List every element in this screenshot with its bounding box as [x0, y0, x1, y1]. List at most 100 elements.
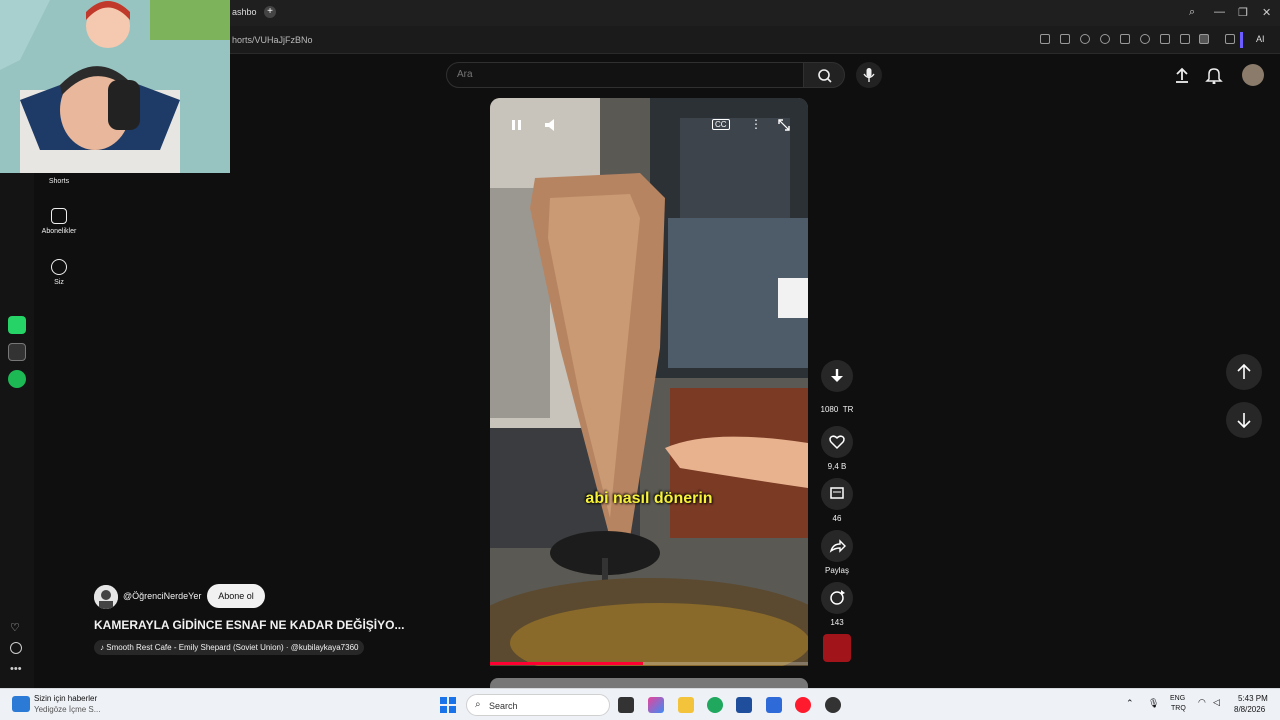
remix-button[interactable] [821, 582, 853, 614]
quality-label[interactable]: 1080 TR [810, 405, 864, 414]
windows-start-icon[interactable] [440, 697, 456, 713]
windows-taskbar: Sizin için haberler Yedigöze İçme S... ⌕… [0, 688, 1280, 720]
like-count: 9,4 B [827, 462, 847, 471]
download-icon[interactable] [1160, 34, 1170, 44]
account-icon [51, 259, 67, 275]
shield-icon[interactable] [1080, 34, 1090, 44]
sound-thumbnail[interactable] [823, 634, 851, 662]
video-frame [490, 98, 808, 666]
weather-icon[interactable] [12, 696, 30, 712]
mail-icon[interactable] [766, 697, 782, 713]
language-secondary[interactable]: TRQ [1171, 705, 1186, 712]
news-title[interactable]: Sizin için haberler [34, 694, 97, 703]
search-tabs-icon[interactable]: ⌕ [1189, 6, 1195, 19]
previous-short-button[interactable] [1226, 354, 1262, 390]
volume-icon[interactable] [544, 118, 560, 132]
language-primary[interactable]: ENG [1170, 695, 1185, 702]
edit-icon[interactable] [1040, 34, 1050, 44]
wifi-icon[interactable]: ◠ [1198, 697, 1206, 708]
progress-fill [490, 662, 643, 665]
next-short-button[interactable] [1226, 402, 1262, 438]
download-icon [831, 369, 843, 382]
chevron-up-icon[interactable]: ⌃ [1126, 698, 1134, 709]
app-icon[interactable] [825, 697, 841, 713]
search-icon: ⌕ [475, 699, 481, 710]
download-button[interactable] [821, 360, 853, 392]
menu-icon[interactable] [1180, 34, 1190, 44]
search-input[interactable] [457, 69, 787, 80]
share-button[interactable] [821, 530, 853, 562]
browser-sidebar: ♡ ••• [0, 173, 34, 688]
avatar[interactable] [1242, 64, 1264, 86]
search-box[interactable] [446, 62, 804, 88]
captions-button[interactable]: CC [712, 119, 730, 130]
task-view-icon[interactable] [618, 697, 634, 713]
ai-button[interactable]: AI [1256, 34, 1265, 44]
speaker-icon[interactable]: ◁ [1213, 697, 1220, 708]
channel-handle[interactable]: @ÖğrenciNerdeYer [123, 591, 201, 601]
next-video-preview[interactable] [490, 678, 808, 688]
minimize-button[interactable]: — [1214, 6, 1225, 18]
edge-icon[interactable] [707, 697, 723, 713]
share-icon [829, 539, 846, 553]
opera-icon[interactable] [795, 697, 811, 713]
fullscreen-icon[interactable] [778, 119, 790, 131]
taskbar-search-label: Search [489, 701, 518, 711]
webcam-overlay [0, 0, 230, 173]
store-icon[interactable] [736, 697, 752, 713]
copilot-icon[interactable] [648, 697, 664, 713]
music-label: Smooth Rest Cafe - Emily Shepard (Soviet… [106, 643, 359, 652]
url-field[interactable]: horts/VUHaJjFzBNo [232, 35, 313, 45]
browser-tab[interactable]: ashbo [232, 7, 257, 17]
video-title[interactable]: KAMERAYLA GİDİNCE ESNAF NE KADAR DEĞİŞİY… [94, 618, 414, 632]
file-explorer-icon[interactable] [678, 697, 694, 713]
accent-bar [1240, 32, 1243, 48]
share-label: Paylaş [824, 566, 849, 575]
vpn-icon[interactable] [1100, 34, 1110, 44]
quality-suffix: TR [842, 405, 854, 414]
play-icon[interactable] [1120, 34, 1130, 44]
restore-button[interactable]: ❐ [1238, 6, 1248, 19]
comment-icon [830, 487, 844, 499]
spotify-icon[interactable] [8, 370, 26, 388]
music-chip[interactable]: ♪ Smooth Rest Cafe - Emily Shepard (Sovi… [94, 640, 365, 655]
heart-icon[interactable]: ♡ [10, 621, 20, 634]
more-options-icon[interactable]: ⋮ [750, 117, 762, 131]
subscribe-button[interactable]: Abone ol [207, 584, 265, 608]
rail-item-you[interactable]: Siz [36, 259, 82, 286]
notifications-icon[interactable] [1205, 66, 1223, 84]
channel-avatar[interactable] [94, 585, 118, 609]
clock-time[interactable]: 5:43 PM [1238, 694, 1268, 703]
comments-button[interactable] [821, 478, 853, 510]
remix-icon [830, 590, 845, 605]
progress-track[interactable] [490, 662, 808, 665]
shorts-video-player[interactable]: CC ⋮ abi nasıl dönerin [490, 98, 808, 666]
new-tab-button[interactable]: + [264, 6, 276, 18]
close-button[interactable]: ✕ [1262, 6, 1271, 19]
video-caption: abi nasıl dönerin [585, 490, 713, 507]
rail-item-shorts[interactable]: Shorts [36, 178, 82, 185]
whatsapp-icon[interactable] [8, 316, 26, 334]
subscriptions-icon [51, 208, 67, 224]
lock-icon[interactable] [1199, 34, 1209, 44]
search-button[interactable] [803, 62, 845, 88]
x-icon[interactable] [8, 343, 26, 361]
camera-icon[interactable] [1060, 34, 1070, 44]
comment-count: 46 [832, 514, 842, 523]
more-icon[interactable]: ••• [10, 663, 22, 675]
mic-icon[interactable]: 🎙 [1148, 698, 1159, 709]
search-icon [818, 69, 832, 83]
box-icon[interactable] [1225, 34, 1235, 44]
heart-icon[interactable] [1140, 34, 1150, 44]
taskbar-search[interactable]: ⌕ Search [466, 694, 610, 716]
upload-icon[interactable] [1173, 66, 1191, 84]
history-icon[interactable] [10, 642, 22, 654]
rail-item-label: Shorts [48, 178, 70, 185]
quality-value: 1080 [820, 405, 839, 414]
clock-date[interactable]: 8/8/2026 [1234, 705, 1265, 714]
rail-item-subscriptions[interactable]: Abonelikler [36, 208, 82, 235]
pause-icon[interactable] [510, 118, 524, 132]
voice-search-button[interactable] [856, 62, 882, 88]
news-subtitle[interactable]: Yedigöze İçme S... [34, 705, 100, 714]
like-button[interactable] [821, 426, 853, 458]
